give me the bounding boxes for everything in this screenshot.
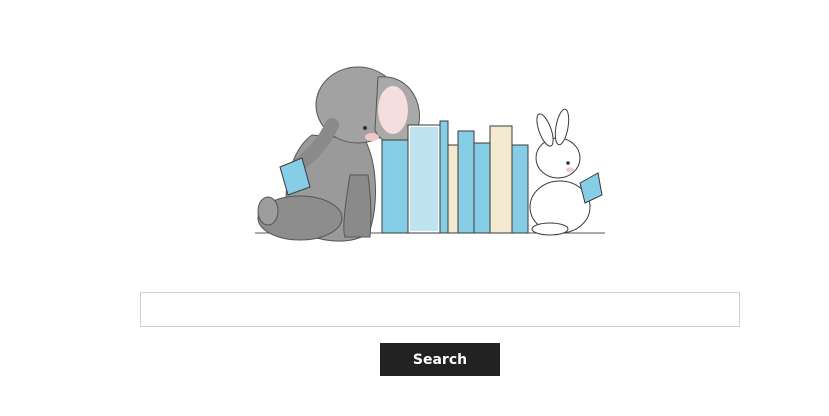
hero-illustration: [250, 55, 615, 255]
bookends-illustration: [255, 66, 605, 242]
search-input[interactable]: [140, 292, 740, 327]
search-button[interactable]: Search: [380, 343, 500, 376]
bunny-figure: [529, 108, 603, 236]
